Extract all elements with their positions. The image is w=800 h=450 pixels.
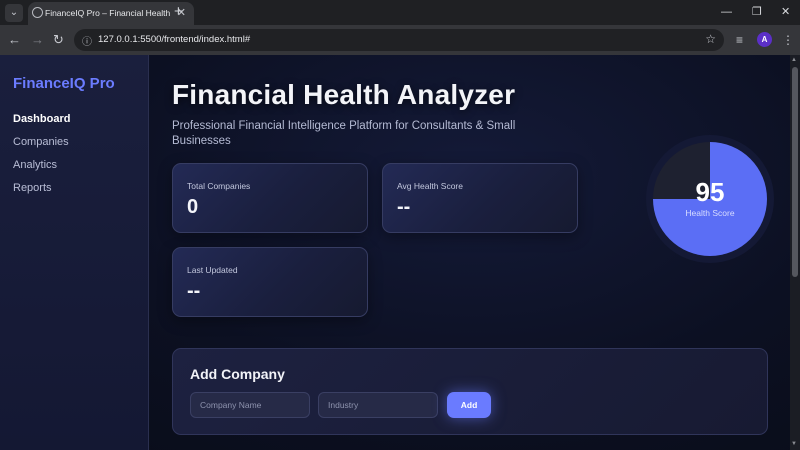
- chevron-down-icon: ⌄: [9, 7, 19, 18]
- sidebar-item-companies[interactable]: Companies: [13, 136, 69, 148]
- browser-toolbar: ← → ↻ ⓘ 127.0.0.1:5500/frontend/index.ht…: [0, 25, 800, 55]
- new-tab-button[interactable]: +: [174, 3, 183, 21]
- sidebar-item-reports[interactable]: Reports: [13, 182, 52, 194]
- restore-icon[interactable]: ❐: [752, 4, 762, 20]
- scroll-up-icon[interactable]: ▲: [791, 57, 797, 63]
- stat-value: --: [397, 196, 411, 218]
- stat-card-avg-health-score: Avg Health Score --: [382, 163, 578, 233]
- health-score-gauge: 95 Health Score: [646, 135, 774, 263]
- tab-title: FinanceIQ Pro – Financial Health: [45, 8, 171, 18]
- add-company-title: Add Company: [190, 366, 285, 382]
- add-company-panel: Add Company Add: [172, 348, 768, 435]
- add-company-button[interactable]: Add: [447, 392, 491, 418]
- reload-icon[interactable]: ↻: [53, 32, 64, 48]
- media-controls-icon[interactable]: ≡: [736, 32, 743, 48]
- company-name-input[interactable]: [190, 392, 310, 418]
- url-text: 127.0.0.1:5500/frontend/index.html#: [98, 34, 251, 45]
- back-icon[interactable]: ←: [8, 32, 21, 48]
- profile-avatar[interactable]: A: [757, 32, 772, 47]
- health-score-label: Health Score: [685, 208, 735, 218]
- forward-icon[interactable]: →: [31, 32, 44, 48]
- globe-icon: [32, 7, 43, 18]
- page-title: Financial Health Analyzer: [172, 79, 516, 110]
- health-score-value: 95: [695, 177, 725, 207]
- sidebar-item-analytics[interactable]: Analytics: [13, 159, 57, 171]
- tab-strip: ⌄ FinanceIQ Pro – Financial Health ✕ + —…: [0, 0, 800, 25]
- stat-label: Total Companies: [187, 181, 251, 191]
- minimize-icon[interactable]: —: [721, 4, 732, 20]
- scroll-thumb[interactable]: [792, 67, 798, 277]
- stat-value: --: [187, 280, 201, 302]
- main-content: Financial Health Analyzer Professional F…: [149, 55, 790, 450]
- app-page: FinanceIQ Pro Dashboard Companies Analyt…: [0, 55, 790, 450]
- page-scrollbar[interactable]: ▲ ▼: [790, 55, 800, 450]
- stat-label: Avg Health Score: [397, 181, 463, 191]
- stat-card-last-updated: Last Updated --: [172, 247, 368, 317]
- stat-label: Last Updated: [187, 265, 238, 275]
- industry-input[interactable]: [318, 392, 438, 418]
- stat-value: 0: [187, 196, 199, 218]
- browser-chrome: ⌄ FinanceIQ Pro – Financial Health ✕ + —…: [0, 0, 800, 55]
- window-close-icon[interactable]: ✕: [781, 4, 790, 20]
- browser-menu-icon[interactable]: ⋮: [782, 32, 794, 48]
- bookmark-star-icon[interactable]: ☆: [705, 32, 716, 46]
- browser-tab-active[interactable]: FinanceIQ Pro – Financial Health ✕: [28, 2, 194, 25]
- sidebar: FinanceIQ Pro Dashboard Companies Analyt…: [0, 55, 149, 450]
- scroll-down-icon[interactable]: ▼: [791, 441, 797, 447]
- stat-card-total-companies: Total Companies 0: [172, 163, 368, 233]
- sidebar-item-dashboard[interactable]: Dashboard: [13, 113, 70, 125]
- page-subtitle: Professional Financial Intelligence Plat…: [172, 120, 516, 147]
- site-info-icon[interactable]: ⓘ: [82, 33, 92, 48]
- tab-search-button[interactable]: ⌄: [5, 4, 23, 22]
- address-bar[interactable]: ⓘ 127.0.0.1:5500/frontend/index.html# ☆: [74, 29, 724, 51]
- brand-logo[interactable]: FinanceIQ Pro: [13, 75, 115, 92]
